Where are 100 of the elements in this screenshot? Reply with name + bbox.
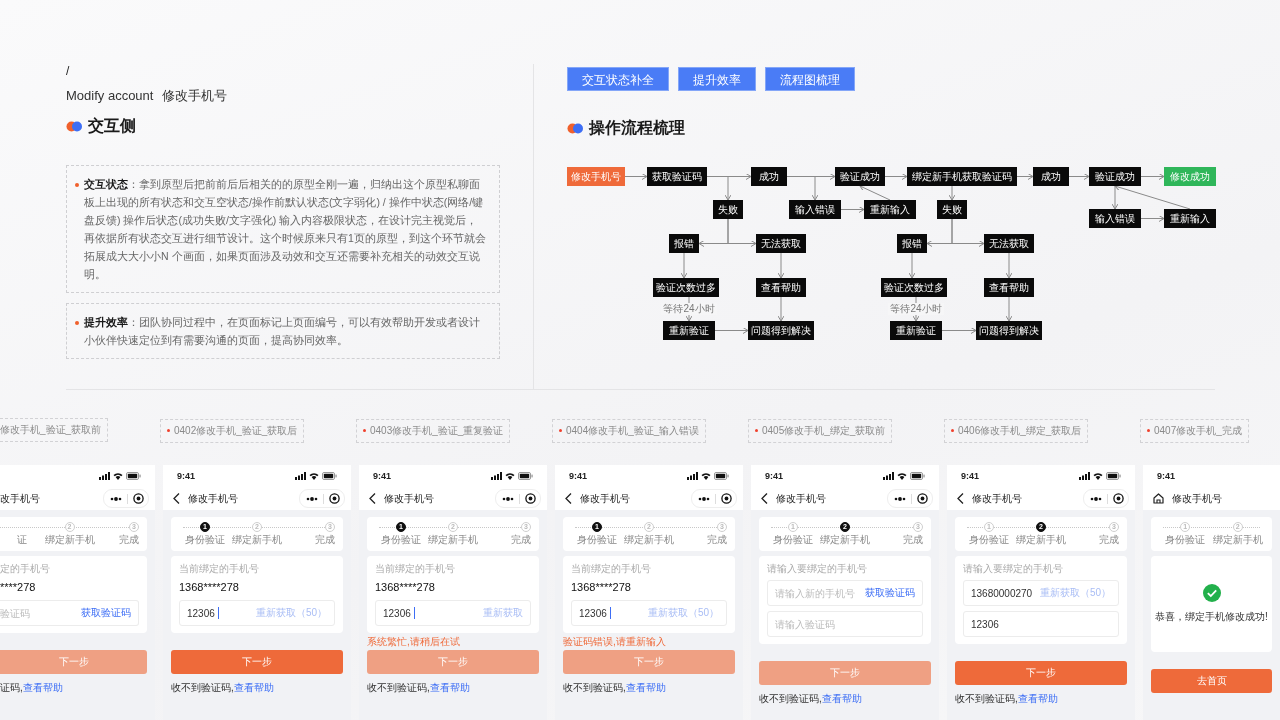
field-label: 当前绑定的手机号 <box>375 563 456 575</box>
connector-arrow <box>777 296 785 322</box>
step-label: 身份验证 <box>577 534 617 546</box>
bullet-dot <box>75 183 79 187</box>
flow-node: 成功 <box>1033 167 1069 186</box>
help-link[interactable]: 查看帮助 <box>821 693 862 705</box>
connector-arrow <box>948 185 956 201</box>
help-link[interactable]: 查看帮助 <box>233 682 274 694</box>
connector-arrow <box>1068 173 1090 180</box>
input-field[interactable]: 13680000270 重新获取（50） <box>963 580 1119 606</box>
text-input[interactable]: 请输入新的手机号 <box>775 587 865 599</box>
text-input[interactable]: 12306 <box>383 607 414 619</box>
next-button[interactable]: 去首页 <box>1151 669 1272 693</box>
back-icon <box>761 493 768 504</box>
flow-node: 重新输入 <box>1164 209 1216 228</box>
two-circle-icon <box>66 120 82 132</box>
flow-node: 验证成功 <box>1089 167 1141 186</box>
check-icon <box>1202 584 1221 602</box>
label-dot <box>559 429 562 432</box>
label-dot <box>167 429 170 432</box>
screen-title: 修改手机号 <box>972 491 1022 506</box>
input-field[interactable]: 12306 重新获取（50） <box>179 600 335 626</box>
label-text: 0402修改手机_验证_获取后 <box>174 423 298 438</box>
step-label: 完成 <box>707 534 727 546</box>
success-message: 恭喜，绑定手机修改成功! <box>1155 610 1268 624</box>
menu-capsule[interactable] <box>103 489 149 508</box>
flow-node: 查看帮助 <box>756 278 806 297</box>
battery-icon <box>518 472 533 480</box>
step-label: 身份验证 <box>381 534 421 546</box>
wifi-icon <box>897 472 907 480</box>
back-icon <box>565 493 572 504</box>
text-input[interactable]: 12306 <box>971 618 1111 630</box>
step-label: 身份验证 <box>1165 534 1206 546</box>
step-label: 绑定新手机 <box>44 534 95 546</box>
help-link[interactable]: 查看帮助 <box>429 682 470 694</box>
target-icon <box>133 493 144 504</box>
wifi-icon <box>1093 472 1103 480</box>
input-field[interactable]: 12306 <box>963 611 1119 637</box>
phone-number: 1368****278 <box>571 580 632 595</box>
code-link[interactable]: 获取验证码 <box>81 606 131 620</box>
flow-node: 验证次数过多 <box>653 278 719 297</box>
wifi-icon <box>113 472 123 480</box>
step-label: 完成 <box>119 534 139 546</box>
screen-title: 修改手机号 <box>580 491 630 506</box>
input-field[interactable]: 验证码 获取验证码 <box>0 600 139 626</box>
status-time: 9:41 <box>765 471 783 481</box>
status-time: 9:41 <box>569 471 587 481</box>
text-input[interactable]: 12306 <box>187 607 218 619</box>
code-link[interactable]: 获取验证码 <box>865 586 915 600</box>
flow-node: 无法获取 <box>756 234 806 253</box>
input-field[interactable]: 12306 重新获取（50） <box>571 600 727 626</box>
more-icon <box>502 496 514 501</box>
step-label: 绑定新手机 <box>232 534 282 546</box>
menu-capsule[interactable] <box>691 489 737 508</box>
help-link[interactable]: 查看帮助 <box>1017 693 1058 705</box>
menu-capsule[interactable] <box>887 489 933 508</box>
text-input[interactable]: 13680000270 <box>971 587 1040 599</box>
next-button[interactable]: 下一步 <box>955 661 1127 685</box>
step-label: 绑定新手机 <box>624 534 674 546</box>
input-field[interactable]: 12306 重新获取 <box>375 600 531 626</box>
input-field[interactable]: 请输入验证码 <box>767 611 923 637</box>
menu-capsule[interactable] <box>1083 489 1129 508</box>
slash-mark: / <box>66 64 71 78</box>
step-label: 完成 <box>315 534 335 546</box>
more-icon <box>1090 496 1102 501</box>
next-button[interactable]: 下一步 <box>171 650 343 674</box>
label-dot <box>363 429 366 432</box>
help-text: 收不到验证码, <box>563 682 626 694</box>
battery-icon <box>910 472 925 480</box>
flow-node: 验证成功 <box>835 167 885 186</box>
menu-capsule[interactable] <box>495 489 541 508</box>
text-input[interactable]: 验证码 <box>0 607 81 619</box>
help-link[interactable]: 查看帮助 <box>22 682 63 694</box>
section-heading: 交互侧 <box>88 115 136 136</box>
flow-node: 失败 <box>937 200 967 219</box>
topic-tag: 提升效率 <box>678 67 756 91</box>
menu-capsule[interactable] <box>299 489 345 508</box>
input-field[interactable]: 请输入新的手机号 获取验证码 <box>767 580 923 606</box>
text-input[interactable]: 12306 <box>579 607 610 619</box>
wifi-icon <box>701 472 711 480</box>
phone-number: 1368****278 <box>375 580 436 595</box>
connector-arrow <box>1016 173 1034 180</box>
error-message: 验证码错误,请重新输入 <box>563 634 666 649</box>
more-icon <box>306 496 318 501</box>
label-text: 0404修改手机_验证_输入错误 <box>566 423 700 438</box>
label-text: 0403修改手机_验证_重复验证 <box>370 423 504 438</box>
help-link[interactable]: 查看帮助 <box>625 682 666 694</box>
connector-arrow <box>714 327 749 334</box>
status-time: 9:41 <box>961 471 979 481</box>
step-label: 完成 <box>1099 534 1119 546</box>
more-icon <box>110 496 122 501</box>
error-message: 系统繁忙,请稍后在试 <box>367 634 460 649</box>
step-label: 绑定新手机 <box>820 534 870 546</box>
status-time: 9:41 <box>373 471 391 481</box>
signal-icon <box>883 472 894 480</box>
flow-node: 验证次数过多 <box>881 278 947 297</box>
target-icon <box>917 493 928 504</box>
step-label: 绑定新手机 <box>1016 534 1066 546</box>
connector-arrow <box>908 252 916 279</box>
text-input[interactable]: 请输入验证码 <box>775 618 915 630</box>
